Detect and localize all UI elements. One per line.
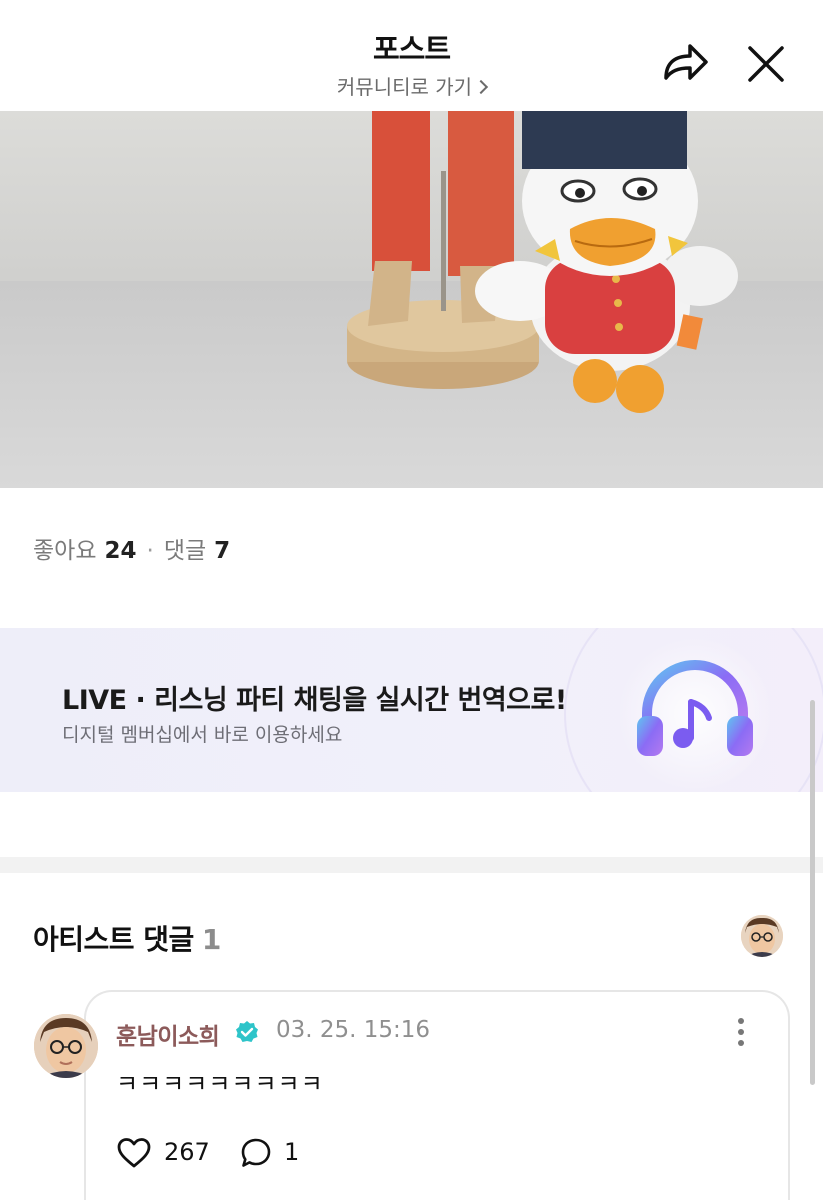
verified-badge-icon bbox=[235, 1020, 259, 1044]
comments-label[interactable]: 댓글 bbox=[164, 538, 206, 564]
speech-bubble-icon bbox=[241, 1138, 271, 1167]
comments-count: 7 bbox=[214, 538, 231, 564]
banner-title: LIVE · 리스닝 파티 채팅을 실시간 번역으로! bbox=[62, 685, 567, 716]
scrollbar[interactable] bbox=[810, 700, 815, 1085]
likes-count: 24 bbox=[104, 538, 137, 564]
close-icon bbox=[748, 46, 784, 82]
chevron-right-icon bbox=[474, 79, 489, 95]
post-photo-illustration bbox=[0, 111, 823, 488]
community-link-label: 커뮤니티로 가기 bbox=[336, 75, 473, 99]
more-dot bbox=[738, 1029, 744, 1035]
header: 포스트 커뮤니티로 가기 bbox=[0, 0, 823, 111]
artist-comments-title: 아티스트 댓글 1 bbox=[33, 918, 221, 958]
more-dot bbox=[738, 1040, 744, 1046]
heart-icon bbox=[117, 1138, 151, 1168]
more-dot bbox=[738, 1018, 744, 1024]
comment-author-name[interactable]: 훈남이소희 bbox=[116, 1017, 220, 1051]
headphones-music-icon bbox=[555, 628, 823, 792]
section-divider bbox=[0, 857, 823, 873]
comment-author-avatar[interactable] bbox=[34, 1014, 98, 1078]
comment-reply-count: 1 bbox=[284, 1138, 300, 1166]
post-stats: 좋아요 24 · 댓글 7 bbox=[33, 531, 230, 565]
comment-date: 03. 25. 15:16 bbox=[276, 1017, 431, 1043]
more-options-button[interactable] bbox=[728, 1016, 754, 1048]
post-image[interactable] bbox=[0, 111, 823, 488]
artist-comments-count: 1 bbox=[201, 923, 221, 956]
banner-subtitle: 디지털 멤버십에서 바로 이용하세요 bbox=[62, 724, 343, 746]
share-icon bbox=[664, 44, 708, 80]
artist-comments-label: 아티스트 댓글 bbox=[33, 923, 194, 956]
comment-like-count: 267 bbox=[164, 1138, 210, 1166]
close-button[interactable] bbox=[744, 42, 788, 86]
comment-text: ㅋㅋㅋㅋㅋㅋㅋㅋㅋ bbox=[116, 1070, 324, 1098]
artist-avatar[interactable] bbox=[741, 915, 783, 957]
likes-label: 좋아요 bbox=[33, 538, 97, 564]
promo-banner[interactable]: LIVE · 리스닝 파티 채팅을 실시간 번역으로! 디지털 멤버십에서 바로… bbox=[0, 628, 823, 792]
separator-dot: · bbox=[146, 538, 154, 564]
share-button[interactable] bbox=[660, 40, 710, 86]
